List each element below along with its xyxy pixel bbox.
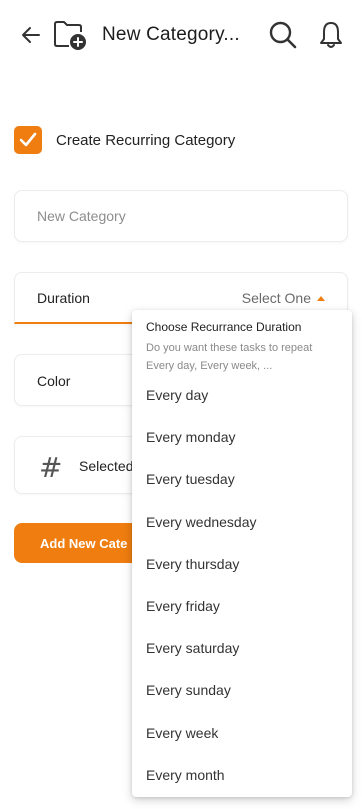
- recurring-row: Create Recurring Category: [14, 126, 235, 154]
- option-every-saturday[interactable]: Every saturday: [132, 627, 352, 669]
- bell-icon[interactable]: [318, 20, 344, 50]
- checkmark-icon: [19, 132, 37, 147]
- duration-dropdown: Choose Recurrance Duration Do you want t…: [132, 310, 352, 797]
- option-every-friday[interactable]: Every friday: [132, 585, 352, 627]
- search-icon[interactable]: [268, 20, 298, 50]
- option-every-thursday[interactable]: Every thursday: [132, 543, 352, 585]
- page-title: New Category...: [102, 24, 240, 45]
- color-label: Color: [37, 373, 71, 389]
- app-header: New Category...: [0, 0, 362, 72]
- hash-icon: #: [39, 451, 63, 484]
- dropdown-subtitle: Do you want these tasks to repeat Every …: [146, 342, 313, 372]
- icon-selected-label: Selected: [79, 458, 134, 474]
- duration-label: Duration: [37, 290, 90, 306]
- duration-value: Select One: [242, 290, 325, 306]
- arrow-left-icon[interactable]: [20, 24, 42, 46]
- category-name-input[interactable]: New Category: [14, 190, 348, 242]
- category-name-placeholder: New Category: [37, 208, 126, 224]
- caret-up-icon: [317, 295, 325, 301]
- dropdown-options: Every day Every monday Every tuesday Eve…: [132, 374, 352, 796]
- add-category-button-label: Add New Cate: [40, 536, 128, 551]
- recurring-label: Create Recurring Category: [56, 131, 236, 149]
- duration-value-text: Select One: [241, 290, 311, 306]
- option-every-sunday[interactable]: Every sunday: [132, 669, 352, 711]
- option-every-monday[interactable]: Every monday: [132, 416, 352, 458]
- option-every-wednesday[interactable]: Every wednesday: [132, 501, 352, 543]
- option-every-day[interactable]: Every day: [132, 374, 352, 416]
- option-every-week[interactable]: Every week: [132, 712, 352, 754]
- option-every-month[interactable]: Every month: [132, 754, 352, 796]
- recurring-checkbox[interactable]: [14, 126, 42, 154]
- folder-add-icon: [54, 21, 86, 50]
- dropdown-title: Choose Recurrance Duration: [146, 320, 302, 334]
- option-every-tuesday[interactable]: Every tuesday: [132, 458, 352, 500]
